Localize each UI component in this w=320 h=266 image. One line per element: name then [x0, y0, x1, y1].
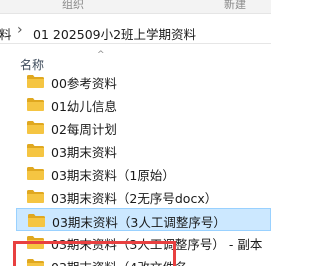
file-row[interactable]: 00参考资料: [16, 70, 271, 93]
file-row[interactable]: 03期末资料（3人工调整序号）: [16, 208, 271, 231]
folder-icon: [27, 121, 44, 134]
folder-icon: [27, 144, 44, 157]
file-name: 01幼儿信息: [51, 99, 117, 114]
folder-icon: [27, 259, 44, 266]
file-row[interactable]: 03期末资料（2无序号docx）: [16, 185, 271, 208]
organize-group-label: 组织: [62, 0, 84, 11]
folder-icon: [27, 167, 44, 180]
file-name: 03期末资料（3人工调整序号）: [52, 215, 226, 230]
folder-icon: [27, 236, 44, 249]
file-name: 03期末资料（1原始）: [51, 168, 175, 183]
file-row[interactable]: 03期末资料（3人工调整序号） - 副本: [16, 231, 271, 254]
file-row[interactable]: 01幼儿信息: [16, 93, 271, 116]
file-row[interactable]: 02每周计划: [16, 116, 271, 139]
file-row[interactable]: 03期末资料: [16, 139, 271, 162]
file-name: 03期末资料（2无序号docx）: [51, 191, 218, 206]
folder-icon: [27, 190, 44, 203]
folder-icon: [27, 98, 44, 111]
breadcrumb-current[interactable]: 01 202509小2班上学期资料: [33, 24, 196, 43]
file-name: 02每周计划: [51, 122, 117, 137]
file-name: 03期末资料（4改文件名: [51, 257, 187, 266]
address-bar[interactable]: 料 › 01 202509小2班上学期资料: [0, 20, 271, 44]
breadcrumb-parent[interactable]: 料: [0, 24, 12, 43]
file-row[interactable]: 03期末资料（4改文件名: [16, 254, 271, 266]
file-name: 03期末资料: [51, 145, 117, 160]
sort-ascending-icon[interactable]: ^: [97, 50, 105, 60]
new-group-label: 新建: [224, 0, 246, 11]
file-name: 03期末资料（3人工调整序号） - 副本: [51, 237, 263, 252]
file-name: 00参考资料: [51, 76, 117, 91]
file-row[interactable]: 03期末资料（1原始）: [16, 162, 271, 185]
folder-icon: [28, 214, 45, 227]
ribbon-toolbar: 组织 新建: [0, 0, 271, 14]
breadcrumb-chevron-icon[interactable]: ›: [17, 22, 23, 38]
folder-icon: [27, 75, 44, 88]
